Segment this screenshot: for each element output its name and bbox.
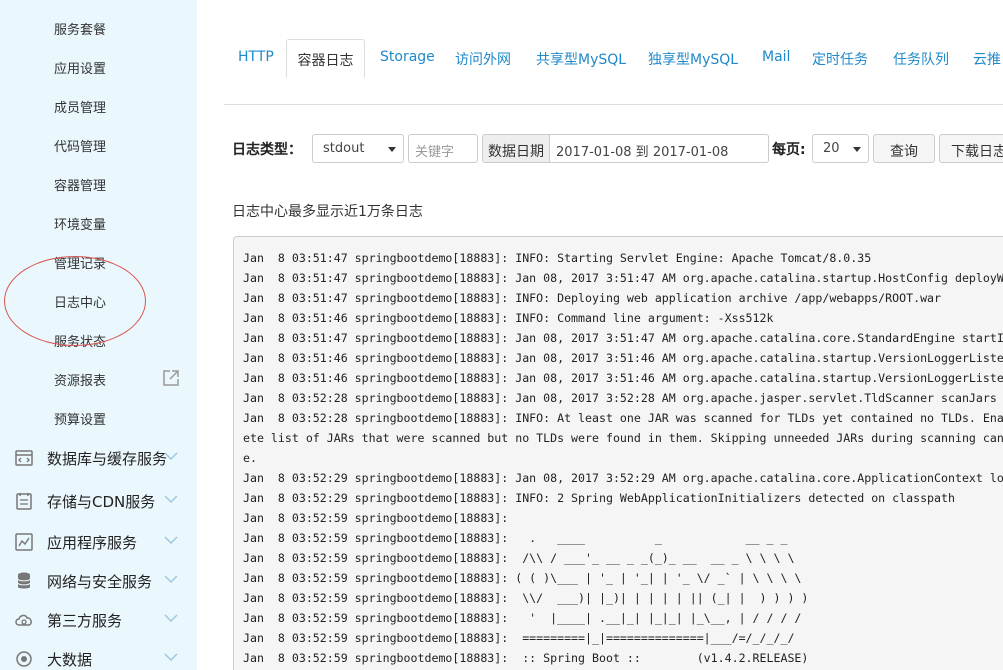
sidebar-group-bigdata[interactable]: 大数据 — [0, 645, 197, 670]
per-page-label: 每页: — [772, 142, 806, 158]
sidebar-group-label: 网络与安全服务 — [47, 573, 153, 591]
tab-cron[interactable]: 定时任务 — [812, 39, 868, 78]
chevron-down-icon — [164, 575, 178, 584]
log-line: Jan 8 03:52:59 springbootdemo[18883]: ( … — [243, 571, 802, 585]
chevron-down-icon — [164, 495, 178, 504]
tabs-divider — [224, 104, 1003, 105]
tab-cloud-push[interactable]: 云推 — [973, 39, 1001, 78]
log-output-panel[interactable]: Jan 8 03:51:47 springbootdemo[18883]: IN… — [233, 236, 1003, 670]
log-line: Jan 8 03:52:59 springbootdemo[18883]: \\… — [243, 591, 809, 605]
log-line: Jan 8 03:52:28 springbootdemo[18883]: Ja… — [243, 391, 997, 405]
sidebar-item-env-vars[interactable]: 环境变量 — [54, 214, 106, 233]
cloud-icon — [15, 614, 32, 626]
tab-storage[interactable]: Storage — [380, 39, 435, 78]
log-type-value: stdout — [323, 141, 365, 156]
query-button[interactable]: 查询 — [873, 134, 935, 163]
log-line: Jan 8 03:51:46 springbootdemo[18883]: Ja… — [243, 351, 1003, 365]
log-lines: Jan 8 03:51:47 springbootdemo[18883]: IN… — [243, 248, 1003, 668]
sidebar-group-app-services[interactable]: 应用程序服务 — [0, 528, 197, 556]
per-page-value: 20 — [823, 141, 840, 156]
log-line: Jan 8 03:52:59 springbootdemo[18883]: ==… — [243, 631, 795, 645]
sidebar-group-network[interactable]: 网络与安全服务 — [0, 567, 197, 595]
log-line: Jan 8 03:52:28 springbootdemo[18883]: IN… — [243, 411, 1003, 425]
database-cache-icon — [15, 450, 33, 466]
per-page-select[interactable]: 20 — [812, 134, 869, 163]
external-link-icon[interactable] — [162, 369, 180, 387]
log-line: Jan 8 03:51:46 springbootdemo[18883]: Ja… — [243, 371, 1003, 385]
bigdata-icon — [16, 651, 32, 667]
sidebar-item-resource-report[interactable]: 资源报表 — [54, 370, 106, 389]
chevron-down-icon — [164, 452, 178, 461]
sidebar-group-label: 数据库与缓存服务 — [47, 450, 168, 468]
sidebar-group-third-party[interactable]: 第三方服务 — [0, 606, 197, 634]
sidebar-item-service-plan[interactable]: 服务套餐 — [54, 19, 106, 38]
network-icon — [17, 572, 31, 589]
keyword-input[interactable]: 关键字 — [408, 134, 478, 163]
tab-http[interactable]: HTTP — [238, 39, 274, 78]
log-line: Jan 8 03:51:47 springbootdemo[18883]: IN… — [243, 291, 942, 305]
log-line: Jan 8 03:51:47 springbootdemo[18883]: Ja… — [243, 271, 1003, 285]
tab-external-access[interactable]: 访问外网 — [455, 39, 511, 78]
log-line: Jan 8 03:52:29 springbootdemo[18883]: Ja… — [243, 471, 1003, 485]
sidebar-item-budget[interactable]: 预算设置 — [54, 409, 106, 428]
sidebar-item-app-settings[interactable]: 应用设置 — [54, 58, 106, 77]
tab-dedicated-mysql[interactable]: 独享型MySQL — [648, 39, 738, 78]
log-line: Jan 8 03:51:47 springbootdemo[18883]: IN… — [243, 251, 872, 265]
download-logs-button[interactable]: 下载日志 — [939, 134, 1003, 163]
caret-down-icon — [388, 147, 396, 152]
log-line: Jan 8 03:52:59 springbootdemo[18883]: /\… — [243, 551, 795, 565]
tab-mail[interactable]: Mail — [762, 39, 790, 78]
tab-task-queue[interactable]: 任务队列 — [893, 39, 949, 78]
log-type-select[interactable]: stdout — [312, 134, 404, 163]
highlight-annotation — [4, 256, 146, 346]
log-line: Jan 8 03:51:47 springbootdemo[18883]: Ja… — [243, 331, 1003, 345]
log-line: Jan 8 03:52:59 springbootdemo[18883]: . … — [243, 531, 788, 545]
tab-container-logs[interactable]: 容器日志 — [286, 39, 365, 78]
chevron-down-icon — [164, 614, 178, 623]
sidebar-item-containers[interactable]: 容器管理 — [54, 175, 106, 194]
sidebar-item-code[interactable]: 代码管理 — [54, 136, 106, 155]
log-line: ete list of JARs that were scanned but n… — [243, 431, 1003, 445]
sidebar-group-storage[interactable]: 存储与CDN服务 — [0, 487, 197, 515]
log-line: Jan 8 03:52:29 springbootdemo[18883]: IN… — [243, 491, 955, 505]
sidebar-group-label: 第三方服务 — [47, 612, 123, 630]
sidebar-group-database[interactable]: 数据库与缓存服务 — [0, 444, 197, 472]
date-range-input[interactable]: 2017-01-08 到 2017-01-08 — [549, 134, 769, 163]
log-line: Jan 8 03:52:59 springbootdemo[18883]: ::… — [243, 651, 809, 665]
sidebar-group-label: 存储与CDN服务 — [47, 493, 156, 511]
log-type-label: 日志类型： — [232, 142, 302, 158]
log-line: Jan 8 03:52:59 springbootdemo[18883]: ' … — [243, 611, 802, 625]
sidebar-item-members[interactable]: 成员管理 — [54, 97, 106, 116]
chevron-down-icon — [164, 536, 178, 545]
date-addon-label: 数据日期 — [482, 134, 550, 163]
caret-down-icon — [853, 147, 861, 152]
log-line: Jan 8 03:52:59 springbootdemo[18883]: — [243, 511, 509, 525]
service-tabs: HTTP 容器日志 Storage 访问外网 共享型MySQL 独享型MySQL… — [224, 39, 1003, 79]
tab-shared-mysql[interactable]: 共享型MySQL — [536, 39, 626, 78]
storage-icon — [16, 493, 32, 510]
log-limit-note: 日志中心最多显示近1万条日志 — [232, 204, 423, 220]
sidebar-group-label: 大数据 — [47, 651, 93, 669]
sidebar-group-label: 应用程序服务 — [47, 534, 138, 552]
chevron-down-icon — [164, 653, 178, 662]
log-line: e. — [243, 451, 257, 465]
log-line: Jan 8 03:51:46 springbootdemo[18883]: IN… — [243, 311, 774, 325]
chart-icon — [15, 533, 33, 551]
sidebar: 服务套餐 应用设置 成员管理 代码管理 容器管理 环境变量 管理记录 日志中心 … — [0, 0, 197, 670]
